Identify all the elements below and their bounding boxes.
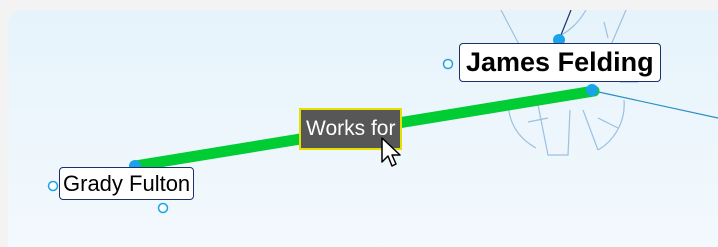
diagram-canvas[interactable]: James Felding Grady Fulton Works for — [8, 10, 718, 247]
side-link-line — [593, 90, 718, 119]
james-link-handle[interactable] — [586, 84, 598, 96]
james-left-anchor[interactable] — [442, 58, 454, 70]
node-grady-fulton[interactable]: Grady Fulton — [59, 167, 195, 200]
grady-left-anchor[interactable] — [47, 180, 59, 192]
node-james-label: James Felding — [466, 47, 654, 77]
arrow-cursor-icon — [381, 137, 401, 167]
grady-bottom-anchor[interactable] — [157, 202, 169, 214]
node-grady-label: Grady Fulton — [63, 171, 191, 196]
node-james-felding[interactable]: James Felding — [459, 43, 661, 82]
background-gear-shape — [500, 10, 639, 156]
